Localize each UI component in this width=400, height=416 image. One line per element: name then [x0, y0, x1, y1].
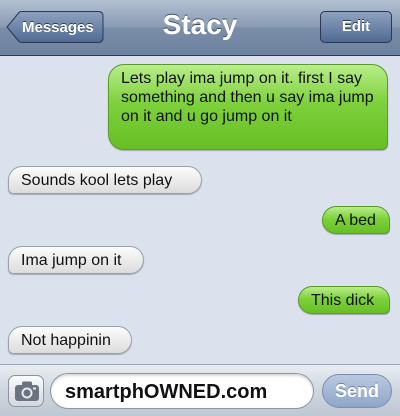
edit-button[interactable]: Edit	[320, 11, 392, 43]
navigation-bar: Messages Stacy Edit	[0, 0, 400, 56]
message-bubble-sent: Lets play ima jump on it. first I say so…	[108, 64, 388, 150]
conversation-title: Stacy	[162, 9, 238, 40]
send-button[interactable]: Send	[322, 374, 392, 408]
camera-icon	[15, 381, 39, 401]
message-bubble-sent: This dick	[298, 286, 390, 314]
camera-button[interactable]	[8, 375, 44, 407]
message-input[interactable]	[63, 377, 307, 407]
message-input-field[interactable]	[50, 373, 314, 409]
message-bubble-received: Not happinin	[8, 326, 132, 354]
message-bubble-sent: A bed	[322, 206, 390, 234]
back-to-messages-button[interactable]: Messages	[6, 11, 106, 43]
message-thread: Lets play ima jump on it. first I say so…	[0, 56, 400, 360]
message-bubble-received: Sounds kool lets play	[8, 166, 202, 194]
message-bubble-received: Ima jump on it	[8, 246, 144, 274]
back-button-label: Messages	[22, 19, 94, 36]
message-composer: Send	[0, 364, 400, 416]
